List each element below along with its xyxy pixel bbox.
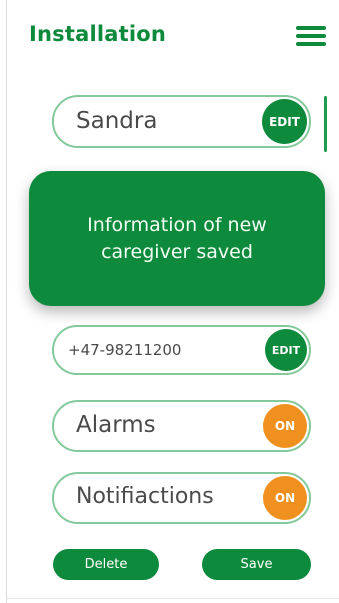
edit-phone-button[interactable]: EDIT bbox=[265, 329, 307, 371]
saved-toast: Information of new caregiver saved bbox=[29, 171, 325, 306]
phone-value: +47-98211200 bbox=[68, 341, 182, 359]
toast-message: Information of new caregiver saved bbox=[87, 213, 267, 263]
delete-button[interactable]: Delete bbox=[53, 549, 159, 580]
alarms-toggle[interactable]: ON bbox=[263, 404, 307, 448]
caregiver-name-value: Sandra bbox=[76, 108, 158, 134]
menu-bar bbox=[296, 42, 326, 46]
menu-bar bbox=[296, 26, 326, 30]
phone-field[interactable]: +47-98211200 EDIT bbox=[52, 325, 311, 375]
frame-bottom-border bbox=[6, 598, 339, 599]
notifications-label: Notifiactions bbox=[76, 484, 214, 509]
notifications-toggle-field[interactable]: Notifiactions ON bbox=[52, 472, 311, 524]
alarms-label: Alarms bbox=[76, 412, 156, 438]
save-button[interactable]: Save bbox=[202, 549, 311, 580]
menu-bar bbox=[296, 34, 326, 38]
hamburger-menu-icon[interactable] bbox=[296, 26, 326, 46]
page-title: Installation bbox=[29, 22, 167, 46]
scroll-indicator[interactable] bbox=[324, 96, 327, 152]
frame-left-border bbox=[6, 0, 7, 603]
alarms-toggle-field[interactable]: Alarms ON bbox=[52, 400, 311, 452]
notifications-toggle[interactable]: ON bbox=[263, 476, 307, 520]
caregiver-name-field[interactable]: Sandra EDIT bbox=[52, 95, 311, 148]
edit-name-button[interactable]: EDIT bbox=[262, 99, 307, 144]
